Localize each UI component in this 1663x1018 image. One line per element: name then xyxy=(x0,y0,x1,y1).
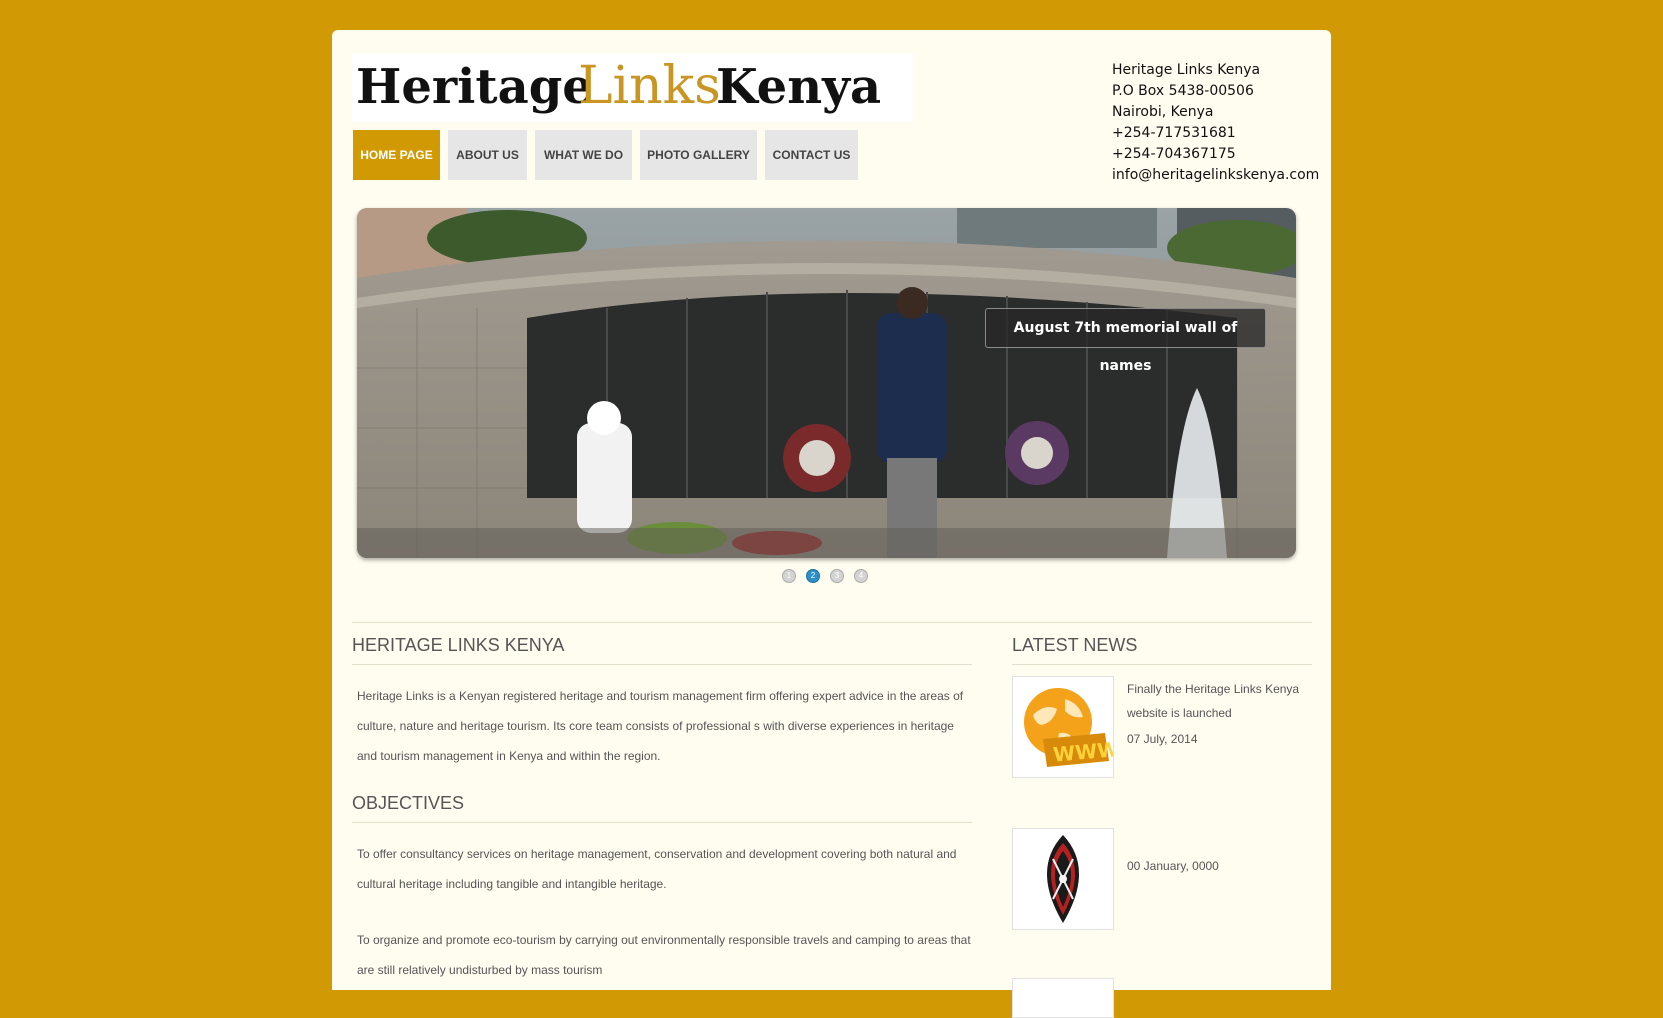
nav-photo-gallery[interactable]: PHOTO GALLERY xyxy=(640,130,757,180)
objective-item: To offer consultancy services on heritag… xyxy=(357,847,957,891)
site-logo[interactable]: Heritage Links Kenya xyxy=(352,53,913,122)
intro-paragraph: Heritage Links is a Kenyan registered he… xyxy=(357,689,964,763)
objectives-heading: OBJECTIVES xyxy=(352,793,465,813)
image-slider[interactable]: August 7th memorial wall of names xyxy=(357,208,1296,558)
nav-what-we-do[interactable]: WHAT WE DO xyxy=(535,130,632,180)
contact-name: Heritage Links Kenya xyxy=(1112,62,1261,78)
main-heading: HERITAGE LINKS KENYA xyxy=(352,635,565,655)
news-date: 00 January, 0000 xyxy=(1127,859,1219,873)
page-container: Heritage Links Kenya Heritage Links Keny… xyxy=(332,30,1331,1018)
contact-email[interactable]: info@heritagelinkskenya.com xyxy=(1112,165,1319,186)
svg-text:WWW: WWW xyxy=(1052,737,1113,767)
maasai-shield-icon xyxy=(1047,835,1079,923)
slider-dot-3[interactable]: 3 xyxy=(830,569,844,583)
contact-city: Nairobi, Kenya xyxy=(1112,104,1214,120)
slide-image xyxy=(357,208,1296,558)
latest-news-rule xyxy=(1012,664,1312,665)
logo-part-heritage: Heritage xyxy=(356,59,593,115)
logo-wordmark: Heritage Links Kenya xyxy=(356,56,881,116)
contact-info: Heritage Links Kenya P.O Box 5438-00506 … xyxy=(1112,60,1319,186)
latest-news-heading: LATEST NEWS xyxy=(1012,635,1138,655)
www-globe-icon: WWW xyxy=(1024,688,1120,767)
objectives-heading-rule xyxy=(352,822,972,823)
main-heading-rule xyxy=(352,664,972,665)
section-divider xyxy=(352,622,1312,623)
news-title[interactable]: Finally the Heritage Links Kenya website… xyxy=(1127,677,1307,725)
news-thumbnail[interactable]: WWW xyxy=(1012,676,1120,778)
logo-part-links: Links xyxy=(578,56,721,116)
contact-po-box: P.O Box 5438-00506 xyxy=(1112,83,1254,99)
nav-contact-us[interactable]: CONTACT US xyxy=(765,130,858,180)
slider-dot-4[interactable]: 4 xyxy=(854,569,868,583)
slider-dot-2[interactable]: 2 xyxy=(806,569,820,583)
objective-item: To organize and promote eco-tourism by c… xyxy=(357,933,971,977)
nav-home-page[interactable]: HOME PAGE xyxy=(353,130,440,180)
slider-dot-1[interactable]: 1 xyxy=(782,569,796,583)
nav-about-us[interactable]: ABOUT US xyxy=(448,130,527,180)
slide-caption: August 7th memorial wall of names xyxy=(985,308,1266,374)
contact-phone-2: +254-704367175 xyxy=(1112,146,1236,162)
news-thumbnail[interactable] xyxy=(1012,828,1114,930)
contact-phone-1: +254-717531681 xyxy=(1112,125,1236,141)
news-thumbnail[interactable] xyxy=(1012,978,1114,1018)
logo-part-kenya: Kenya xyxy=(716,59,881,115)
news-date: 07 July, 2014 xyxy=(1127,732,1198,746)
